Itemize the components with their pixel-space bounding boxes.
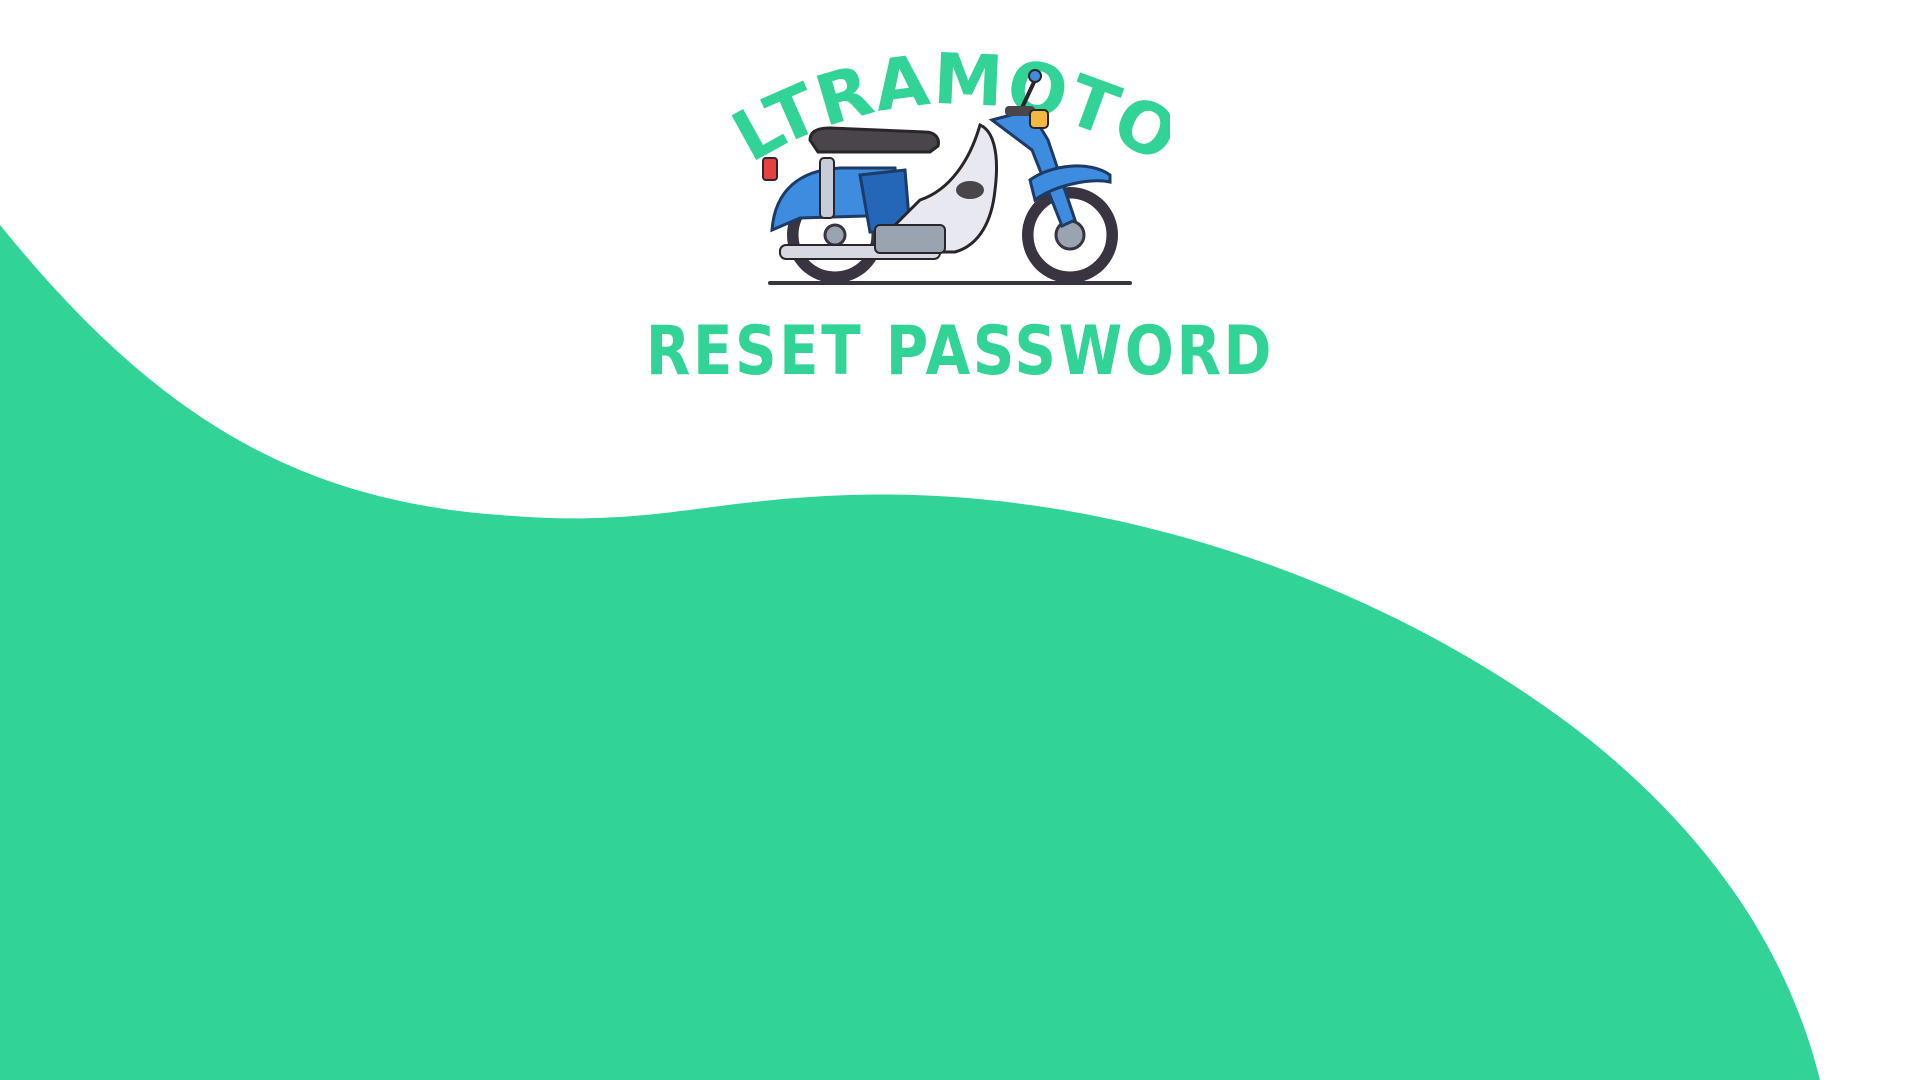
reset-password-screen: ULTRAMOTOR: [0, 0, 1920, 1080]
page-title: RESET PASSWORD: [645, 312, 1275, 391]
ultramotor-logo: ULTRAMOTOR: [730, 40, 1170, 300]
motorcycle-icon: ULTRAMOTOR: [730, 40, 1170, 285]
logo-text: ULTRAMOTOR: [730, 40, 1170, 179]
